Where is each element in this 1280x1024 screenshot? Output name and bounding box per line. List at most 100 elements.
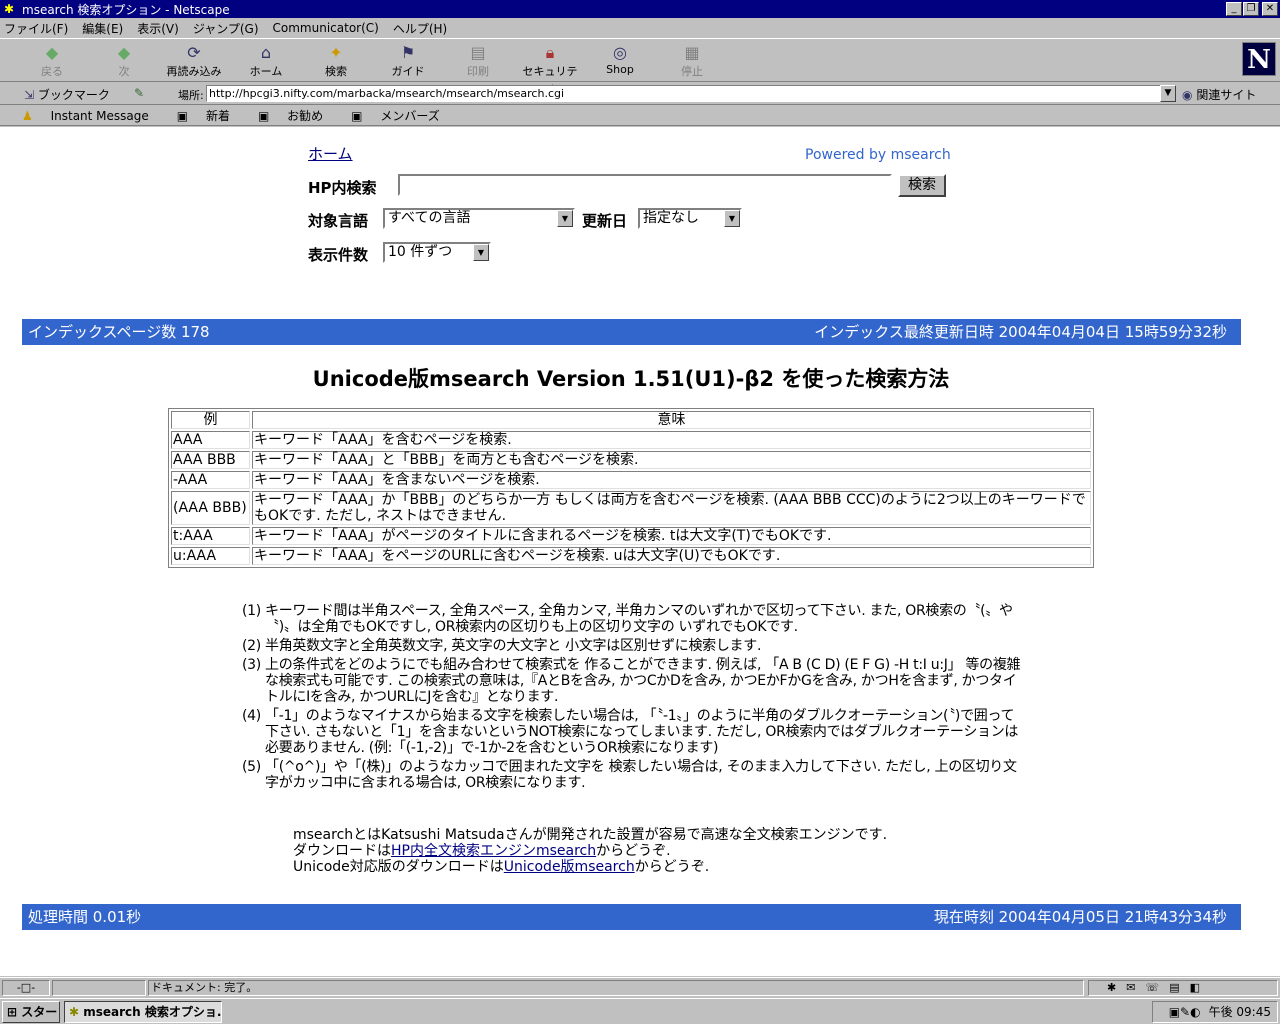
meaning-cell: キーワード「AAA」がページのタイトルに含まれるページを検索. tは大文字(T)… [252, 527, 1091, 545]
start-button[interactable]: ⊞ スタート [2, 1001, 60, 1023]
menu-file[interactable]: ファイル(F) [4, 20, 68, 37]
search-icon: ✦ [329, 43, 343, 62]
menu-help[interactable]: ヘルプ(H) [393, 20, 447, 37]
new-link[interactable]: ▣ 新着 [177, 107, 244, 124]
menu-edit[interactable]: 編集(E) [82, 20, 123, 37]
bookmarks-button[interactable]: ⇲ ブックマーク [24, 86, 110, 103]
menu-communicator[interactable]: Communicator(C) [273, 21, 379, 35]
note-item: (2) 半角英数文字と全角英数文字, 英文字の大文字と 小文字は区別せずに検索しま… [242, 638, 762, 654]
stop-button[interactable]: ▦ 停止 [660, 43, 724, 79]
index-page-count: インデックスページ数 178 [28, 323, 210, 341]
minimize-button[interactable]: _ [1226, 2, 1242, 16]
page-content: ホーム Powered by msearch HP内検索 検索 対象言語 すべて… [0, 127, 1280, 976]
security-status-icon[interactable]: -□- [2, 980, 50, 996]
credits: msearchとはKatsushi Matsudaさんが開発された設置が容易で高… [293, 827, 887, 875]
page-icon: ▣ [176, 109, 189, 123]
column-header-example: 例 [171, 411, 250, 429]
page-proxy-icon[interactable]: ✎ [134, 86, 144, 100]
example-cell: t:AAA [171, 527, 250, 545]
members-link[interactable]: ▣ メンバーズ [351, 107, 454, 124]
print-button[interactable]: ▤ 印刷 [446, 43, 510, 79]
status-text: ドキュメント: 完了。 [148, 980, 1084, 996]
chevron-down-icon: ▼ [557, 210, 573, 227]
table-row: (AAA BBB) キーワード「AAA」か「BBB」のどちらか一方 もしくは両方を… [171, 491, 1091, 525]
note-item: (4) 「-1」のようなマイナスから始まる文字を検索したい場合は, 「〝-1〟」の… [242, 708, 1019, 756]
clock: 午後 09:45 [1208, 1005, 1271, 1019]
date-select[interactable]: 指定なし ▼ [638, 208, 742, 229]
related-icon: ◉ [1182, 88, 1193, 102]
lock-icon: 🔒︎ [545, 43, 555, 62]
search-button[interactable]: ✦ 検索 [304, 43, 368, 79]
msearch-download-link[interactable]: HP内全文検索エンジンmsearch [391, 843, 596, 859]
taskbar-window-button[interactable]: ✱ msearch 検索オプショ... [64, 1001, 222, 1023]
credits-line: ダウンロードはHP内全文検索エンジンmsearchからどうぞ. [293, 843, 671, 859]
url-dropdown-icon[interactable]: ▼ [1160, 85, 1176, 102]
shop-icon: ◎ [613, 43, 627, 62]
example-cell: (AAA BBB) [171, 491, 250, 525]
shop-button[interactable]: ◎ Shop [588, 43, 652, 76]
forward-button[interactable]: ◆ 次 [92, 43, 156, 79]
search-submit-button[interactable]: 検索 [898, 174, 946, 197]
home-button[interactable]: ⌂ ホーム [234, 43, 298, 79]
windows-logo-icon: ⊞ [7, 1005, 18, 1019]
search-input[interactable] [398, 174, 892, 196]
taskbar: ⊞ スタート ✱ msearch 検索オプショ... ▣✎◐ 午後 09:45 [0, 998, 1280, 1024]
table-row: -AAA キーワード「AAA」を含まないページを検索. [171, 471, 1091, 489]
tray-icons[interactable]: ▣✎◐ [1169, 1005, 1201, 1019]
note-item: (5) 「(^o^)」や「(株)」のようなカッコで囲まれた文字を 検索したい場合は… [242, 759, 1017, 791]
chevron-down-icon: ▼ [473, 244, 489, 261]
column-header-meaning: 意味 [252, 411, 1091, 429]
menu-bar: ファイル(F) 編集(E) 表示(V) ジャンプ(G) Communicator… [0, 18, 1280, 38]
meaning-cell: キーワード「AAA」を含むページを検索. [252, 431, 1091, 449]
menu-view[interactable]: 表示(V) [137, 20, 179, 37]
table-row: AAA BBB キーワード「AAA」と「BBB」を両方とも含むページを検索. [171, 451, 1091, 469]
title-bar: ✱ msearch 検索オプション - Netscape _ ❐ ✕ [0, 0, 1280, 18]
index-info-bar: インデックスページ数 178 インデックス最終更新日時 2004年04月04日 … [22, 319, 1241, 345]
credits-line: Unicode対応版のダウンロードはUnicode版msearchからどうぞ. [293, 859, 710, 875]
home-link[interactable]: ホーム [308, 143, 353, 164]
page-title: Unicode版msearch Version 1.51(U1)-β2 を使った… [312, 367, 950, 391]
person-icon: ♟ [22, 108, 33, 123]
example-cell: AAA [171, 431, 250, 449]
netscape-logo[interactable]: N [1242, 42, 1276, 76]
meaning-cell: キーワード「AAA」か「BBB」のどちらか一方 もしくは両方を含むページを検索.… [252, 491, 1091, 525]
menu-go[interactable]: ジャンプ(G) [193, 20, 259, 37]
processing-time: 処理時間 0.01秒 [28, 908, 142, 926]
guide-button[interactable]: ⚑ ガイド [376, 43, 440, 79]
location-bar: ⇲ ブックマーク ✎ 場所: http://hpcgi3.nifty.com/m… [0, 83, 1280, 105]
instant-message-link[interactable]: ♟ Instant Message [22, 109, 163, 123]
example-cell: AAA BBB [171, 451, 250, 469]
progress-bar [52, 980, 146, 996]
reload-icon: ⟳ [187, 43, 201, 62]
count-select[interactable]: 10 件ずつ ▼ [383, 242, 491, 263]
close-button[interactable]: ✕ [1262, 2, 1278, 16]
print-icon: ▤ [470, 43, 486, 62]
unicode-msearch-link[interactable]: Unicode版msearch [504, 859, 635, 875]
note-item: (1) キーワード間は半角スペース, 全角スペース, 全角カンマ, 半角カンマのい… [242, 603, 1013, 635]
meaning-cell: キーワード「AAA」を含まないページを検索. [252, 471, 1091, 489]
guide-icon: ⚑ [400, 43, 416, 62]
personal-toolbar: ♟ Instant Message ▣ 新着 ▣ お勧め ▣ メンバーズ [0, 106, 1280, 126]
footer-info-bar: 処理時間 0.01秒 現在時刻 2004年04月05日 21時43分34秒 [22, 904, 1241, 930]
language-label: 対象言語 [308, 212, 369, 230]
example-cell: -AAA [171, 471, 250, 489]
related-sites-button[interactable]: ◉ 関連サイト [1182, 86, 1256, 103]
credits-line: msearchとはKatsushi Matsudaさんが開発された設置が容易で高… [293, 827, 888, 843]
powered-by-link[interactable]: Powered by msearch [805, 147, 951, 163]
window-title: msearch 検索オプション - Netscape [22, 2, 230, 17]
reload-button[interactable]: ⟳ 再読み込み [162, 43, 226, 79]
language-select[interactable]: すべての言語 ▼ [383, 208, 575, 229]
component-bar[interactable]: ✱✉☏▤◧ [1088, 980, 1278, 996]
page-icon: ▣ [351, 109, 363, 123]
status-bar: -□- ドキュメント: 完了。 ✱✉☏▤◧ [0, 977, 1280, 997]
table-row: AAA キーワード「AAA」を含むページを検索. [171, 431, 1091, 449]
netscape-icon: ✱ [4, 2, 15, 16]
url-input[interactable]: http://hpcgi3.nifty.com/marbacka/msearch… [206, 85, 1166, 102]
page-icon: ▣ [257, 109, 270, 123]
meaning-cell: キーワード「AAA」と「BBB」を両方とも含むページを検索. [252, 451, 1091, 469]
syntax-table: 例 意味 AAA キーワード「AAA」を含むページを検索. AAA BBB キーワー… [168, 408, 1094, 568]
recommended-link[interactable]: ▣ お勧め [258, 107, 337, 124]
maximize-button[interactable]: ❐ [1243, 2, 1259, 16]
index-last-updated: インデックス最終更新日時 2004年04月04日 15時59分32秒 [814, 323, 1227, 341]
back-button[interactable]: ◆ 戻る [20, 43, 84, 79]
